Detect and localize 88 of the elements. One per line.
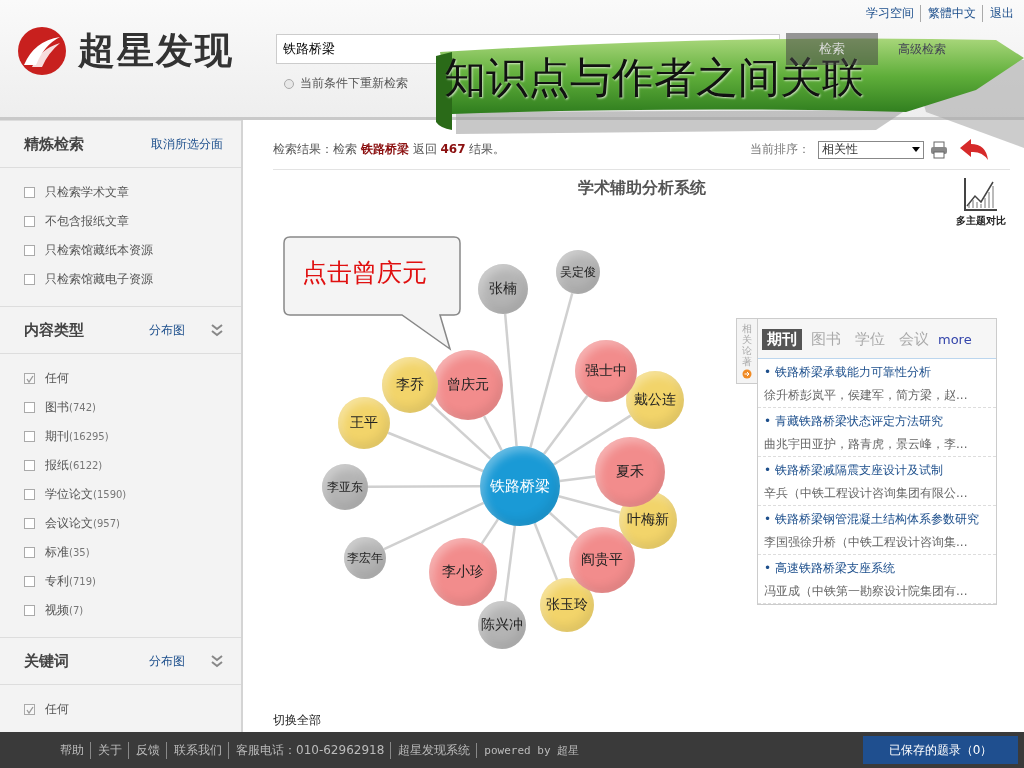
checkbox[interactable]: [24, 489, 35, 500]
article-title[interactable]: • 铁路桥梁钢管混凝土结构体系参数研究: [764, 511, 990, 528]
top-link[interactable]: 退出: [982, 5, 1014, 22]
facet-label[interactable]: 图书(742): [45, 399, 96, 416]
logo-text: 超星发现: [78, 28, 234, 74]
author-node[interactable]: 陈兴冲: [478, 601, 526, 649]
facet-label[interactable]: 学位论文(1590): [45, 486, 127, 503]
article-title[interactable]: • 青藏铁路桥梁状态评定方法研究: [764, 413, 990, 430]
article-title[interactable]: • 铁路桥梁承载能力可靠性分析: [764, 364, 990, 381]
footer-link[interactable]: 超星发现系统: [390, 741, 471, 759]
footer-link[interactable]: 客服电话：010-62962918: [228, 741, 385, 759]
facet-label[interactable]: 只检索馆藏纸本资源: [45, 242, 153, 259]
back-arrow-icon[interactable]: [958, 137, 990, 162]
facet-label[interactable]: 只检索馆藏电子资源: [45, 271, 153, 288]
checkbox[interactable]: [24, 373, 35, 384]
checkbox[interactable]: [24, 431, 35, 442]
radio-button[interactable]: [284, 78, 294, 89]
article-authors: 辛兵（中铁工程设计咨询集团有限公...: [764, 485, 969, 502]
advanced-search-link[interactable]: 高级检索: [898, 40, 946, 58]
arrow-circle-icon[interactable]: [742, 369, 752, 379]
section-link[interactable]: 分布图: [149, 321, 185, 339]
radio-label: 当前条件下重新检索: [300, 75, 408, 92]
analysis-title: 学术辅助分析系统: [577, 177, 706, 199]
facet-label[interactable]: 任何: [45, 701, 69, 718]
author-node[interactable]: 李宏年: [344, 537, 386, 579]
chevron-down-icon[interactable]: [211, 323, 223, 337]
checkbox[interactable]: [24, 216, 35, 227]
article-authors: 徐升桥彭岚平，侯建军，简方梁，赵...: [764, 387, 969, 404]
article-authors: 李国强徐升桥（中铁工程设计咨询集...: [764, 534, 969, 551]
checkbox[interactable]: [24, 518, 35, 529]
checkbox[interactable]: [24, 704, 35, 715]
author-node[interactable]: 戴公连: [626, 371, 684, 429]
compare-label[interactable]: 多主题对比: [956, 214, 1006, 228]
top-link[interactable]: 学习空间: [866, 5, 914, 22]
section-title: 精炼检索: [24, 134, 85, 154]
switch-all-link[interactable]: 切换全部: [273, 712, 1010, 729]
author-node[interactable]: 吴定俊: [556, 250, 600, 294]
sort-label: 当前排序：: [750, 141, 810, 158]
facet-label[interactable]: 专利(719): [45, 573, 96, 590]
facet-label[interactable]: 报纸(6122): [45, 457, 103, 474]
author-node[interactable]: 李乔: [382, 357, 438, 413]
article-title[interactable]: • 铁路桥梁减隔震支座设计及试制: [764, 462, 990, 479]
sort-select[interactable]: 相关性: [818, 140, 924, 159]
author-node[interactable]: 曾庆元: [433, 350, 503, 420]
callout-text: 点击曾庆元: [302, 257, 427, 289]
facet-label[interactable]: 不包含报纸文章: [45, 213, 129, 230]
facet-label[interactable]: 只检索学术文章: [45, 184, 129, 201]
article-title[interactable]: • 高速铁路桥梁支座系统: [764, 560, 990, 577]
facet-label[interactable]: 标准(35): [45, 544, 90, 561]
checkbox[interactable]: [24, 576, 35, 587]
print-icon[interactable]: [930, 140, 948, 159]
section-link[interactable]: 取消所选分面: [151, 135, 223, 153]
author-node[interactable]: 阎贵平: [569, 527, 635, 593]
checkbox[interactable]: [24, 605, 35, 616]
top-link[interactable]: 繁體中文: [920, 5, 976, 22]
checkbox[interactable]: [24, 547, 35, 558]
footer-link[interactable]: powered by 超星: [476, 742, 580, 758]
facet-label[interactable]: 会议论文(957): [45, 515, 120, 532]
facet-label[interactable]: 任何: [45, 370, 69, 387]
footer-link[interactable]: 帮助: [60, 741, 84, 759]
article-authors: 冯亚成（中铁第一勘察设计院集团有...: [764, 583, 969, 600]
category-tab[interactable]: 期刊: [762, 329, 802, 350]
checkbox[interactable]: [24, 402, 35, 413]
more-link[interactable]: more: [938, 332, 972, 347]
saved-records-button[interactable]: 已保存的题录（0）: [863, 736, 1018, 764]
author-node[interactable]: 张楠: [478, 264, 528, 314]
checkbox[interactable]: [24, 460, 35, 471]
checkbox[interactable]: [24, 245, 35, 256]
article-authors: 曲兆宇田亚护，路青虎，景云峰，李...: [764, 436, 969, 453]
author-node[interactable]: 李亚东: [322, 464, 368, 510]
chart-icon[interactable]: [963, 176, 999, 212]
facet-label[interactable]: 视频(7): [45, 602, 84, 619]
author-node[interactable]: 王平: [338, 397, 390, 449]
section-title: 关键词: [24, 651, 70, 671]
section-title: 内容类型: [24, 320, 85, 340]
footer-link[interactable]: 关于: [90, 741, 122, 759]
facet-label[interactable]: 期刊(16295): [45, 428, 109, 445]
chevron-down-icon[interactable]: [211, 654, 223, 668]
checkbox[interactable]: [24, 274, 35, 285]
author-node[interactable]: 李小珍: [429, 538, 497, 606]
footer-link[interactable]: 联系我们: [166, 741, 222, 759]
connector-line: [559, 475, 596, 483]
author-node[interactable]: 张玉玲: [540, 578, 594, 632]
footer-link[interactable]: 反馈: [128, 741, 160, 759]
checkbox[interactable]: [24, 187, 35, 198]
section-link[interactable]: 分布图: [149, 652, 185, 670]
result-summary: 检索结果：检索 铁路桥梁 返回 467 结果。: [273, 141, 507, 158]
author-node[interactable]: 夏禾: [595, 437, 665, 507]
